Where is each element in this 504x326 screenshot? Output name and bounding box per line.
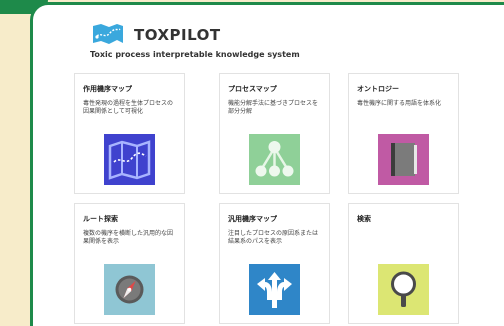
card-description: 注目したプロセスの原因系または結果系のパスを表示 — [228, 230, 319, 245]
card-title: 汎用機序マップ — [228, 215, 277, 223]
card-description: 毒性発現の過程を生体プロセスの因果関係として可視化 — [83, 100, 174, 115]
app-subtitle: Toxic process interpretable knowledge sy… — [90, 50, 300, 59]
card-description: 機能分解手法に基づきプロセスを部分分解 — [228, 100, 319, 115]
book-icon — [378, 134, 429, 185]
card-title: オントロジー — [357, 85, 399, 93]
card-action-mechanism-map[interactable]: 作用機序マップ 毒性発現の過程を生体プロセスの因果関係として可視化 — [74, 73, 185, 194]
card-ontology[interactable]: オントロジー 毒性機序に関する用語を体系化 — [348, 73, 459, 194]
card-route-search[interactable]: ルート探索 複数の機序を横断した汎用的な因果関係を表示 — [74, 203, 185, 324]
card-general-mechanism-map[interactable]: 汎用機序マップ 注目したプロセスの原因系または結果系のパスを表示 — [219, 203, 330, 324]
card-title: ルート探索 — [83, 215, 118, 223]
card-description: 複数の機序を横断した汎用的な因果関係を表示 — [83, 230, 174, 245]
hierarchy-icon — [249, 134, 300, 185]
logo-icon — [93, 24, 123, 44]
app-title: TOXPILOT — [134, 26, 221, 44]
card-title: 作用機序マップ — [83, 85, 132, 93]
arrows-icon — [249, 264, 300, 315]
map-icon — [104, 134, 155, 185]
card-title: プロセスマップ — [228, 85, 277, 93]
card-process-map[interactable]: プロセスマップ 機能分解手法に基づきプロセスを部分分解 — [219, 73, 330, 194]
card-title: 検索 — [357, 215, 371, 223]
magnifier-icon — [378, 264, 429, 315]
card-search[interactable]: 検索 — [348, 203, 459, 324]
compass-icon — [104, 264, 155, 315]
card-description: 毒性機序に関する用語を体系化 — [357, 100, 442, 107]
